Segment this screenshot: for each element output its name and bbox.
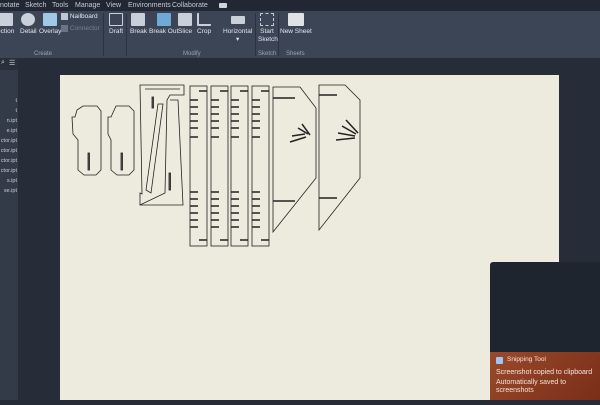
crop-button[interactable]: Crop (197, 13, 211, 35)
menu-sketch[interactable]: Sketch (25, 2, 46, 9)
menu-collaborate[interactable]: Collaborate (172, 2, 208, 9)
detail-icon (21, 13, 36, 26)
horizontal-button[interactable]: Horizontal ▾ (223, 13, 252, 43)
connector-button[interactable]: Connector (61, 25, 100, 32)
crop-icon (197, 13, 212, 26)
slot (151, 96, 154, 109)
search-icon[interactable]: ⌕ (1, 59, 5, 67)
part-outline (71, 105, 102, 176)
break-button[interactable]: Break (130, 13, 147, 35)
separator (103, 13, 104, 56)
break-out-button[interactable]: Break Out (149, 13, 178, 35)
group-create: Create (34, 51, 53, 57)
menu-view[interactable]: View (106, 2, 121, 9)
browser-item[interactable]: ctor.ipt (1, 138, 17, 144)
comb-parts (189, 85, 270, 247)
menu-manage[interactable]: Manage (75, 2, 100, 9)
drawing-sheet[interactable] (60, 75, 559, 400)
new-sheet-icon (287, 13, 304, 26)
ribbon: ection Detail Overlay Nailboard Connecto… (0, 11, 600, 58)
comb-part-outline (251, 85, 270, 247)
menu-annotate[interactable]: notate (0, 2, 19, 9)
slot (319, 94, 359, 199)
browser-item[interactable]: ctor.ipt (1, 158, 17, 164)
toast-footer: Snipping Tool Screenshot copied to clipb… (490, 352, 600, 400)
dropdown-icon: ▾ (236, 36, 240, 43)
nailboard-icon (61, 13, 68, 20)
menu-bar: notate Sketch Tools Manage View Environm… (0, 0, 600, 11)
browser-item[interactable]: n.ipt (7, 118, 17, 124)
browser-header: ⌕ ☰ (0, 58, 18, 70)
break-out-icon (156, 13, 171, 26)
separator (126, 13, 127, 56)
browser-item[interactable]: t (15, 98, 17, 104)
group-sketch: Sketch (258, 51, 277, 57)
comb-part-outline (230, 85, 249, 247)
comb-part-outline (189, 85, 208, 247)
slot (87, 152, 90, 171)
draft-button[interactable]: Draft (109, 13, 123, 35)
notification-toast[interactable]: Snipping Tool Screenshot copied to clipb… (490, 262, 600, 400)
slice-icon (178, 13, 193, 26)
nailboard-button[interactable]: Nailboard (61, 13, 98, 20)
menu-tools[interactable]: Tools (52, 2, 68, 9)
section-button[interactable]: ection (0, 13, 14, 35)
toast-title: Screenshot copied to clipboard (496, 369, 593, 376)
browser-item[interactable]: ctor.ipt (1, 148, 17, 154)
draft-icon (109, 13, 124, 26)
slot (120, 152, 123, 171)
browser-item[interactable]: t (15, 108, 17, 114)
slice-button[interactable]: Slice (178, 13, 192, 35)
start-sketch-button[interactable]: Start Sketch (258, 13, 278, 44)
section-icon (0, 13, 13, 26)
break-icon (131, 13, 146, 26)
toast-app-name: Snipping Tool (507, 356, 546, 363)
camera-icon[interactable] (219, 3, 227, 8)
start-sketch-icon (260, 13, 274, 26)
part-outline (318, 84, 361, 232)
browser-item[interactable]: e.ipt (7, 128, 17, 134)
browser-item[interactable]: s.ipt (7, 178, 17, 184)
group-sheets: Sheets (286, 51, 305, 57)
browser-item[interactable]: ctor.ipt (1, 168, 17, 174)
overlay-icon (43, 13, 58, 26)
group-modify: Modify (183, 51, 201, 57)
slot (168, 172, 171, 191)
connector-icon (61, 25, 68, 32)
menu-environments[interactable]: Environments (128, 2, 171, 9)
menu-icon[interactable]: ☰ (9, 59, 15, 67)
part-outline (145, 103, 164, 194)
overlay-button[interactable]: Overlay (39, 13, 61, 35)
comb-part-outline (210, 85, 229, 247)
snipping-tool-icon (496, 357, 503, 364)
drawing-view (71, 84, 361, 247)
toast-body: Automatically saved to screenshots (496, 379, 567, 394)
part-outline (272, 86, 317, 234)
detail-button[interactable]: Detail (20, 13, 37, 35)
slot (273, 97, 311, 202)
model-browser: t t n.ipt e.ipt ctor.ipt ctor.ipt ctor.i… (0, 70, 18, 400)
horizontal-icon (230, 16, 245, 24)
new-sheet-button[interactable]: New Sheet (280, 13, 312, 35)
separator (255, 13, 256, 56)
separator (278, 13, 279, 56)
browser-item[interactable]: se.ipt (4, 188, 17, 194)
